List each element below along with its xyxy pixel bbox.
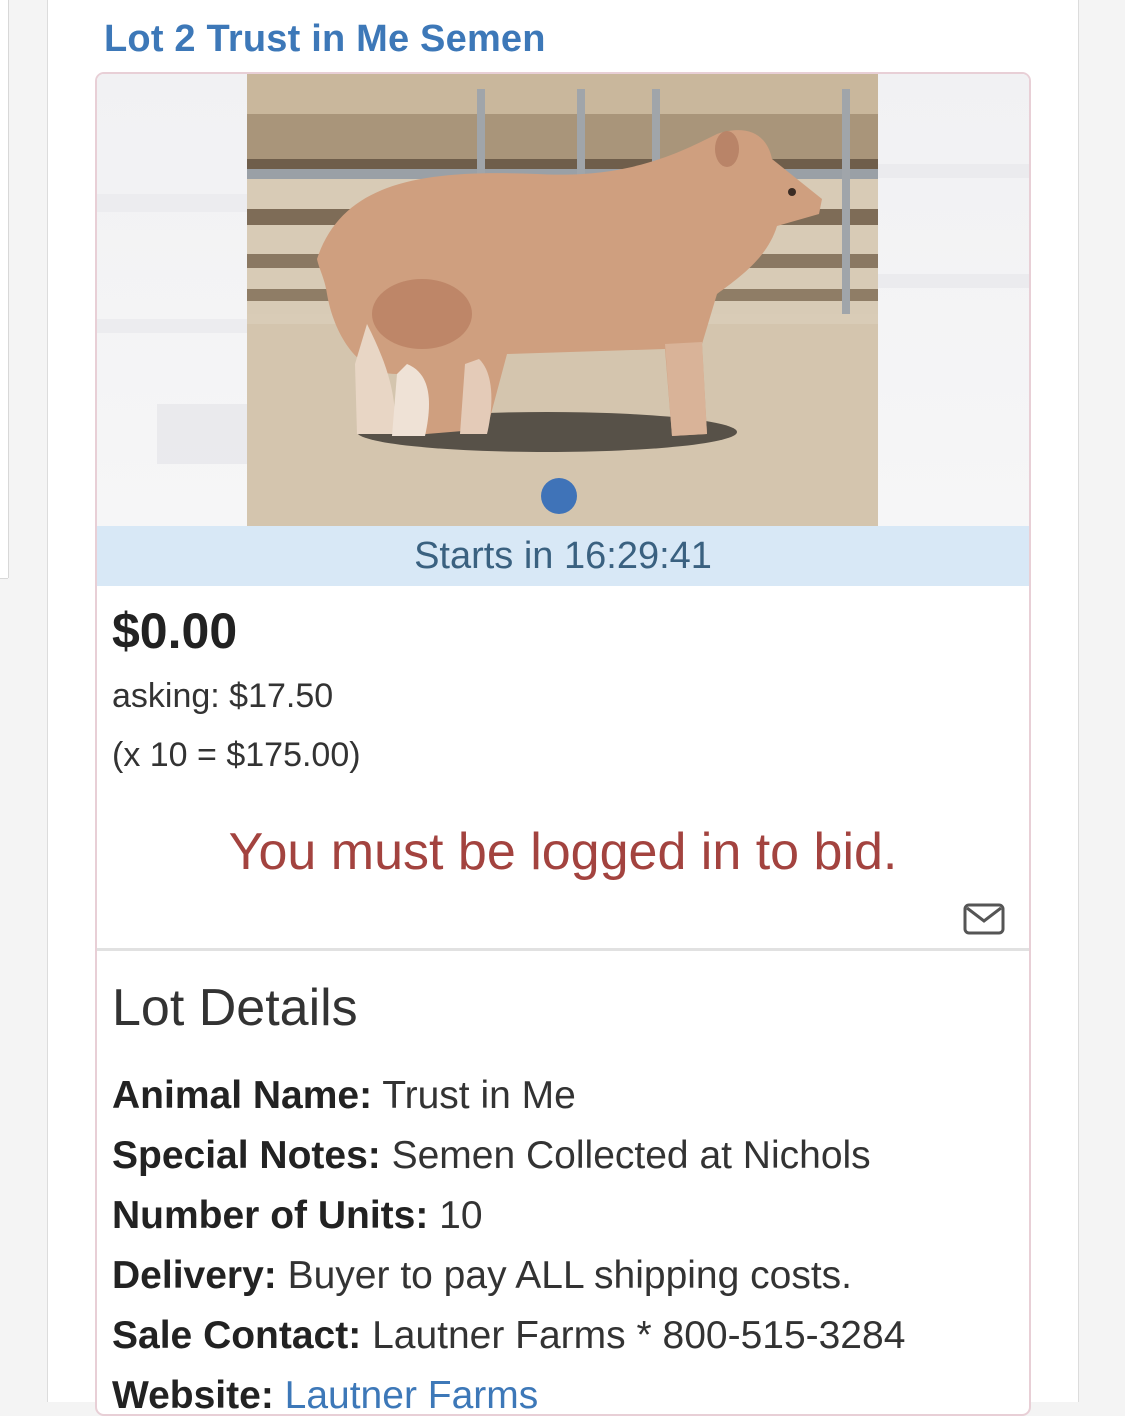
- login-required-message: You must be logged in to bid.: [228, 823, 898, 881]
- detail-label: Sale Contact:: [112, 1314, 362, 1357]
- total-price-calc: (x 10 = $175.00): [112, 736, 361, 774]
- detail-label: Number of Units:: [112, 1194, 429, 1237]
- carousel-dot[interactable]: [541, 478, 577, 514]
- lot-photo-carousel[interactable]: [97, 74, 1029, 526]
- lot-photo[interactable]: [247, 74, 878, 526]
- detail-animal-name: Animal Name: Trust in Me: [112, 1074, 576, 1118]
- right-gutter: [1079, 0, 1125, 1402]
- detail-sale-contact: Sale Contact: Lautner Farms * 800-515-32…: [112, 1314, 905, 1358]
- lot-title[interactable]: Lot 2 Trust in Me Semen: [104, 18, 546, 61]
- detail-special-notes: Special Notes: Semen Collected at Nichol…: [112, 1134, 871, 1178]
- detail-value: Lautner Farms * 800-515-3284: [372, 1314, 906, 1357]
- detail-value: Buyer to pay ALL shipping costs.: [287, 1254, 853, 1297]
- left-panel-edge-border: [0, 578, 8, 579]
- countdown-timer: Starts in 16:29:41: [97, 526, 1029, 586]
- mail-icon[interactable]: [963, 903, 1005, 935]
- section-divider: [97, 948, 1029, 951]
- asking-price: asking: $17.50: [112, 677, 334, 715]
- detail-label: Animal Name:: [112, 1074, 373, 1117]
- lot-card: Starts in 16:29:41 $0.00 asking: $17.50 …: [95, 72, 1031, 1416]
- detail-label: Special Notes:: [112, 1134, 381, 1177]
- detail-label: Website:: [112, 1374, 274, 1416]
- detail-value: Trust in Me: [382, 1074, 576, 1117]
- detail-label: Delivery:: [112, 1254, 277, 1297]
- left-panel-edge: [0, 0, 9, 578]
- website-link[interactable]: Lautner Farms: [285, 1374, 539, 1414]
- detail-value: Semen Collected at Nichols: [391, 1134, 871, 1177]
- detail-value: 10: [439, 1194, 483, 1237]
- detail-website: Website: Lautner Farms: [112, 1374, 539, 1416]
- detail-delivery: Delivery: Buyer to pay ALL shipping cost…: [112, 1254, 852, 1298]
- current-bid-price: $0.00: [112, 603, 238, 659]
- lot-details-heading: Lot Details: [112, 979, 358, 1037]
- detail-number-of-units: Number of Units: 10: [112, 1194, 483, 1238]
